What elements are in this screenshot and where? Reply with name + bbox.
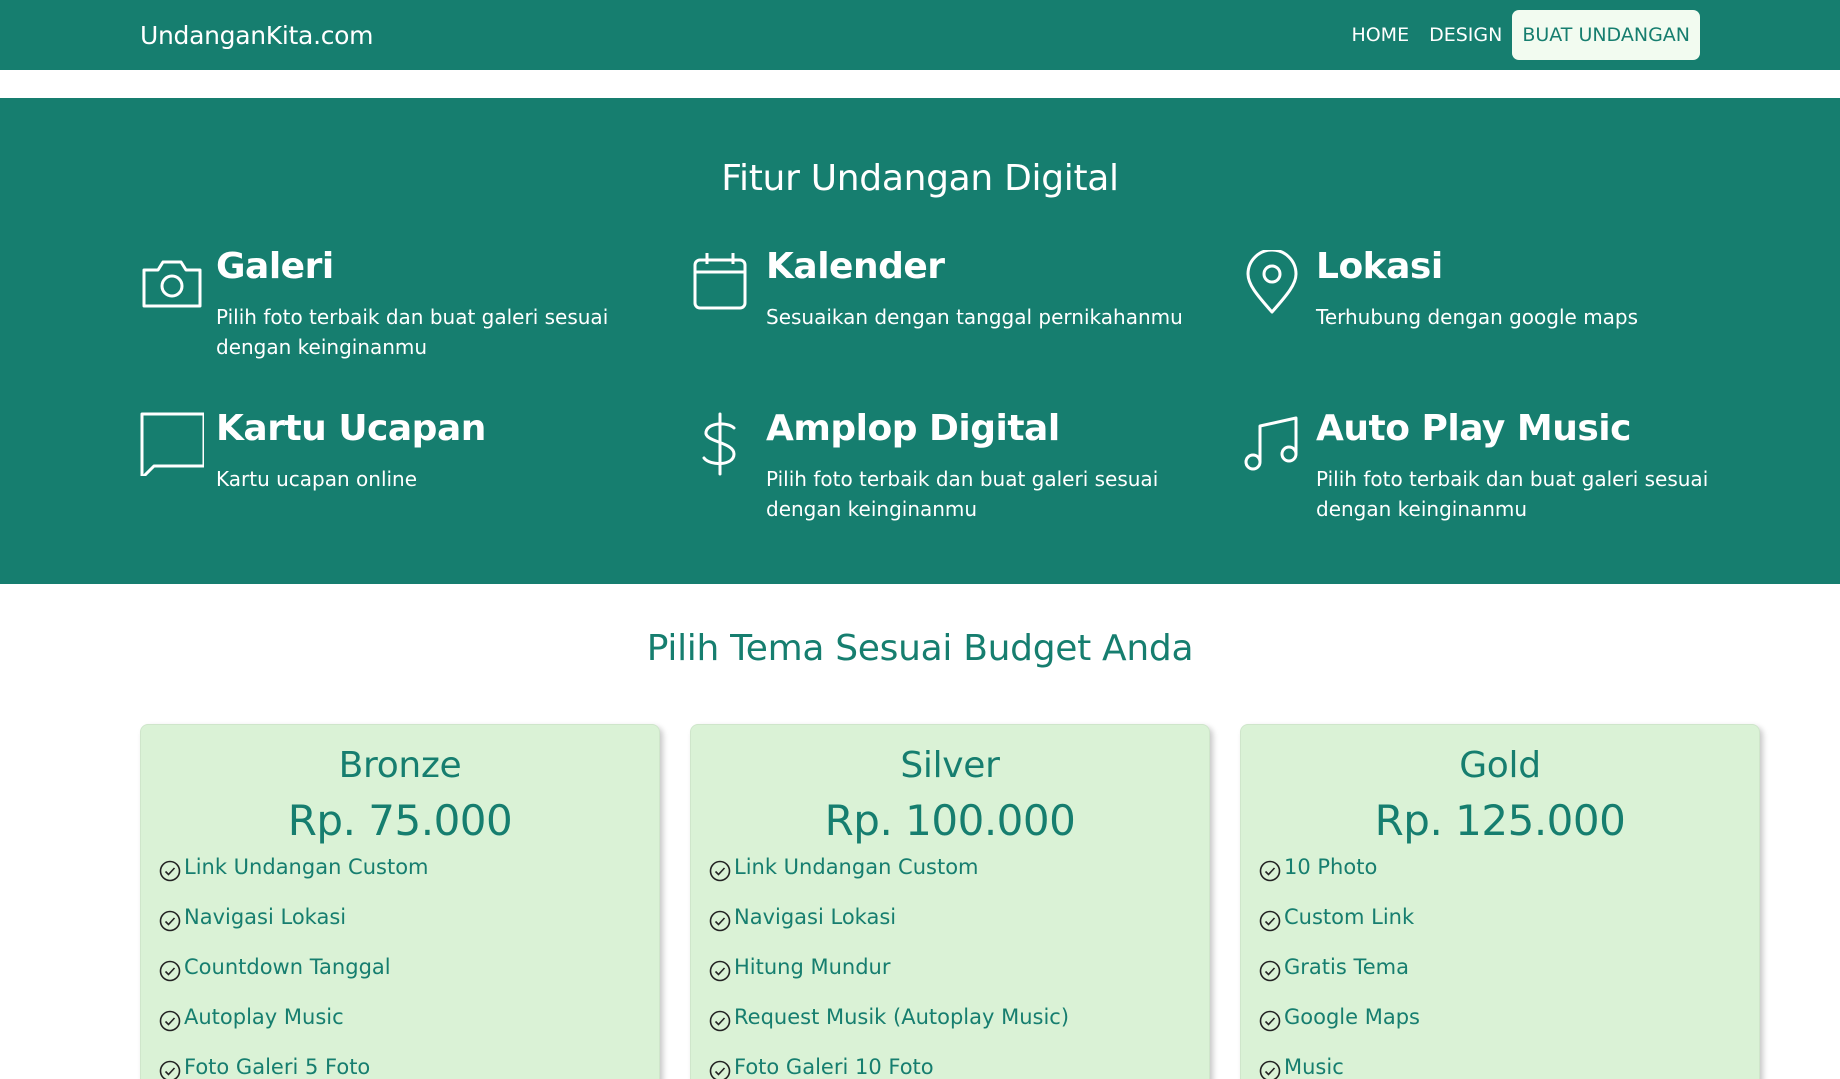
- check-circle-icon: [159, 1060, 181, 1079]
- features-section: Fitur Undangan Digital Galeri Pilih foto…: [0, 98, 1840, 584]
- plan-name: Silver: [900, 745, 1000, 786]
- list-item: 10 Photo: [1259, 855, 1420, 905]
- feature-title: Kalender: [766, 246, 945, 287]
- check-circle-icon: [1259, 860, 1281, 882]
- brand-logo[interactable]: UndanganKita.com: [140, 21, 374, 50]
- plan-feature-text: Gratis Tema: [1284, 955, 1409, 979]
- feature-title: Amplop Digital: [766, 408, 1060, 449]
- plan-feature-text: Hitung Mundur: [734, 955, 891, 979]
- check-circle-icon: [159, 960, 181, 982]
- list-item: Foto Galeri 5 Foto: [159, 1055, 429, 1079]
- map-pin-icon: [1246, 250, 1298, 314]
- plan-features: Link Undangan Custom Navigasi Lokasi Hit…: [709, 855, 1069, 1079]
- list-item: Countdown Tanggal: [159, 955, 429, 1005]
- feature-desc: Pilih foto terbaik dan buat galeri sesua…: [766, 467, 1159, 521]
- feature-title: Galeri: [216, 246, 334, 287]
- check-circle-icon: [709, 1010, 731, 1032]
- dollar-icon: [702, 412, 736, 476]
- list-item: Hitung Mundur: [709, 955, 1069, 1005]
- check-circle-icon: [159, 910, 181, 932]
- feature-desc: Pilih foto terbaik dan buat galeri sesua…: [216, 305, 609, 359]
- feature-desc: Kartu ucapan online: [216, 467, 418, 491]
- pricing-card-silver[interactable]: Silver Rp. 100.000 Link Undangan Custom …: [690, 724, 1210, 1079]
- plan-feature-text: Navigasi Lokasi: [734, 905, 897, 929]
- music-note-icon: [1244, 416, 1298, 471]
- plan-price: Rp. 125.000: [1374, 796, 1626, 845]
- features-title: Fitur Undangan Digital: [721, 158, 1119, 199]
- check-circle-icon: [159, 860, 181, 882]
- check-circle-icon: [1259, 1060, 1281, 1079]
- chat-bubble-icon: [140, 412, 204, 476]
- list-item: Google Maps: [1259, 1005, 1420, 1055]
- list-item: Autoplay Music: [159, 1005, 429, 1055]
- list-item: Request Musik (Autoplay Music): [709, 1005, 1069, 1055]
- plan-feature-text: Music: [1284, 1055, 1344, 1079]
- feature-desc: Pilih foto terbaik dan buat galeri sesua…: [1316, 467, 1709, 521]
- plan-feature-text: Foto Galeri 10 Foto: [734, 1055, 934, 1079]
- plan-name: Bronze: [338, 745, 462, 786]
- feature-title: Lokasi: [1316, 246, 1443, 287]
- list-item: Foto Galeri 10 Foto: [709, 1055, 1069, 1079]
- plan-feature-text: Navigasi Lokasi: [184, 905, 347, 929]
- nav-home-link[interactable]: HOME: [1341, 24, 1419, 46]
- list-item: Navigasi Lokasi: [709, 905, 1069, 955]
- plan-feature-text: Google Maps: [1284, 1005, 1420, 1029]
- list-item: Custom Link: [1259, 905, 1420, 955]
- plan-feature-text: Request Musik (Autoplay Music): [734, 1005, 1070, 1029]
- list-item: Gratis Tema: [1259, 955, 1420, 1005]
- feature-desc: Terhubung dengan google maps: [1316, 305, 1639, 329]
- check-circle-icon: [709, 860, 731, 882]
- list-item: Link Undangan Custom: [159, 855, 429, 905]
- nav-design-link[interactable]: DESIGN: [1419, 24, 1512, 46]
- plan-feature-text: 10 Photo: [1284, 855, 1378, 879]
- plan-feature-text: Autoplay Music: [184, 1005, 344, 1029]
- check-circle-icon: [1259, 910, 1281, 932]
- pricing-card-gold[interactable]: Gold Rp. 125.000 10 Photo Custom Link Gr…: [1240, 724, 1760, 1079]
- navbar: UndanganKita.com HOME DESIGN BUAT UNDANG…: [0, 0, 1840, 70]
- check-circle-icon: [159, 1010, 181, 1032]
- feature-desc: Sesuaikan dengan tanggal pernikahanmu: [766, 305, 1183, 329]
- list-item: Music: [1259, 1055, 1420, 1079]
- buat-undangan-button[interactable]: BUAT UNDANGAN: [1512, 10, 1700, 60]
- list-item: Link Undangan Custom: [709, 855, 1069, 905]
- pricing-card-bronze[interactable]: Bronze Rp. 75.000 Link Undangan Custom N…: [140, 724, 660, 1079]
- list-item: Navigasi Lokasi: [159, 905, 429, 955]
- calendar-icon: [693, 253, 747, 310]
- plan-feature-text: Foto Galeri 5 Foto: [184, 1055, 371, 1079]
- feature-title: Kartu Ucapan: [216, 408, 486, 449]
- check-circle-icon: [709, 910, 731, 932]
- feature-title: Auto Play Music: [1316, 408, 1631, 449]
- check-circle-icon: [1259, 1010, 1281, 1032]
- plan-price: Rp. 100.000: [824, 796, 1076, 845]
- pricing-title: Pilih Tema Sesuai Budget Anda: [646, 628, 1194, 669]
- plan-name: Gold: [1459, 745, 1541, 786]
- camera-icon: [142, 260, 202, 308]
- plan-feature-text: Link Undangan Custom: [734, 855, 979, 879]
- plan-features: Link Undangan Custom Navigasi Lokasi Cou…: [159, 855, 429, 1079]
- plan-feature-text: Custom Link: [1284, 905, 1415, 929]
- check-circle-icon: [1259, 960, 1281, 982]
- plan-features: 10 Photo Custom Link Gratis Tema Google …: [1259, 855, 1420, 1079]
- check-circle-icon: [709, 960, 731, 982]
- plan-price: Rp. 75.000: [287, 796, 513, 845]
- nav-links: HOME DESIGN BUAT UNDANGAN: [1341, 10, 1700, 60]
- check-circle-icon: [709, 1060, 731, 1079]
- plan-feature-text: Countdown Tanggal: [184, 955, 391, 979]
- plan-feature-text: Link Undangan Custom: [184, 855, 429, 879]
